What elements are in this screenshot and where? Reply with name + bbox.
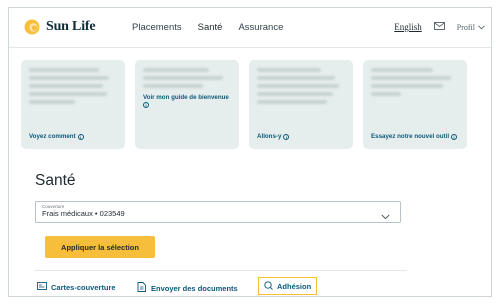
id-card-icon [37, 282, 47, 292]
card-link-nouvel-outil[interactable]: Essayez notre nouvel outil i [371, 133, 458, 140]
nav-sante[interactable]: Santé [198, 22, 223, 33]
card-link-label: Voyez comment [29, 133, 76, 140]
enrollment-link[interactable]: Adhésion [258, 277, 318, 295]
main-nav: Placements Santé Assurance [132, 22, 283, 33]
promo-card: Essayez notre nouvel outil i [363, 60, 467, 149]
info-icon: i [77, 133, 84, 140]
apply-selection-button[interactable]: Appliquer la sélection [45, 236, 155, 258]
coverage-cards-label: Cartes-couverture [51, 282, 116, 292]
info-icon: i [143, 102, 149, 108]
card-link-guide[interactable]: Voir mon guide de bienvenue i [143, 94, 235, 110]
coverage-cards-link[interactable]: Cartes-couverture [37, 282, 116, 292]
promo-card: Allons-y i [249, 60, 353, 149]
page-title: Santé [35, 172, 76, 189]
app-frame: Sun Life Placements Santé Assurance Engl… [8, 7, 492, 297]
card-link-allons-y[interactable]: Allons-y i [257, 133, 290, 140]
top-header: Sun Life Placements Santé Assurance Engl… [9, 8, 491, 48]
promo-card: Voyez comment i [21, 60, 125, 149]
info-icon: i [283, 133, 290, 140]
profile-menu[interactable]: Profil [457, 23, 485, 32]
mail-icon[interactable] [433, 22, 445, 32]
chevron-down-icon [381, 207, 390, 225]
document-upload-icon [137, 282, 147, 294]
nav-assurance[interactable]: Assurance [238, 22, 283, 33]
brand-name: Sun Life [46, 19, 96, 34]
enrollment-label: Adhésion [277, 281, 312, 291]
divider [35, 270, 407, 271]
card-link-label: Voir mon guide de bienvenue [143, 94, 229, 101]
promo-card: Voir mon guide de bienvenue i [135, 60, 239, 149]
send-documents-link[interactable]: Envoyer des documents [137, 282, 238, 294]
card-link-voyez-comment[interactable]: Voyez comment i [29, 133, 84, 140]
header-utilities: English Profil [394, 22, 485, 32]
card-link-label: Allons-y [257, 133, 282, 140]
language-link[interactable]: English [394, 22, 422, 32]
chevron-down-icon [478, 23, 485, 32]
enrollment-icon [264, 280, 273, 292]
nav-placements[interactable]: Placements [132, 22, 182, 33]
send-documents-label: Envoyer des documents [151, 283, 238, 293]
sun-logo-icon [23, 18, 41, 36]
profile-label: Profil [456, 22, 475, 32]
sun-life-logo[interactable]: Sun Life [23, 18, 96, 36]
coverage-value: Frais médicaux • 023549 [42, 209, 125, 218]
promo-cards: Voyez comment i Voir mon guide de bienve… [21, 60, 467, 149]
info-icon: i [451, 133, 458, 140]
coverage-select[interactable]: Couverture Frais médicaux • 023549 [35, 201, 401, 223]
card-link-label: Essayez notre nouvel outil [371, 133, 450, 140]
